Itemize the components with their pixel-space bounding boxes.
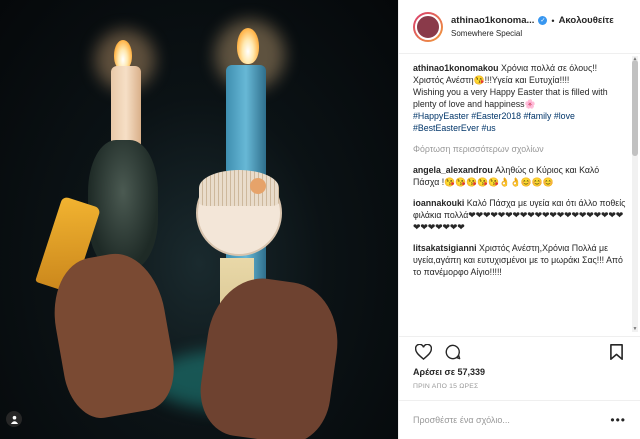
scroll-thumb[interactable]	[632, 60, 638, 156]
header-username[interactable]: athinao1konoma...	[451, 15, 534, 26]
header-separator: •	[551, 15, 555, 26]
comment-input[interactable]	[413, 415, 593, 425]
comments-scrollbar[interactable]: ▲ ▼	[632, 56, 638, 332]
load-more-comments-button[interactable]: Φόρτωση περισσότερων σχολίων	[413, 143, 626, 155]
post-header: athinao1konoma... ✓ • Ακολουθείτε Somewh…	[399, 0, 640, 54]
caption-text-english: Wishing you a very Happy Easter that is …	[413, 87, 608, 109]
bookmark-icon[interactable]	[606, 342, 626, 362]
caption-hashtags[interactable]: #HappyEaster #Easter2018 #family #love #…	[413, 111, 575, 133]
post-timestamp[interactable]: ΠΡΙΝ ΑΠΟ 15 ΩΡΕΣ	[413, 383, 626, 390]
avatar[interactable]	[413, 11, 443, 42]
doll-flower	[250, 178, 266, 194]
post-photo[interactable]	[0, 0, 398, 439]
person-tag-icon[interactable]	[6, 411, 22, 427]
likes-count[interactable]: Αρέσει σε 57,339	[413, 367, 626, 377]
post-side-panel: athinao1konoma... ✓ • Ακολουθείτε Somewh…	[398, 0, 640, 439]
doll-hair	[199, 170, 279, 206]
more-options-icon[interactable]: •••	[610, 413, 626, 427]
following-button[interactable]: Ακολουθείτε	[559, 15, 614, 26]
caption-username[interactable]: athinao1konomakou	[413, 63, 499, 73]
location-link[interactable]: Somewhere Special	[451, 29, 614, 38]
comment-username[interactable]: ioannakouki	[413, 198, 464, 208]
list-item: angela_alexandrou Αληθώς ο Κύριος και Κα…	[413, 164, 626, 188]
post-actions: Αρέσει σε 57,339 ΠΡΙΝ ΑΠΟ 15 ΩΡΕΣ	[399, 336, 640, 390]
left-hand	[44, 246, 182, 424]
add-comment-bar: •••	[399, 400, 640, 439]
verified-badge-icon: ✓	[538, 16, 548, 25]
left-candle-ribbon	[88, 140, 158, 270]
right-candle-flame	[237, 28, 259, 64]
right-hand	[194, 271, 346, 439]
list-item: ioannakouki Καλό Πάσχα με υγεία και ότι …	[413, 197, 626, 233]
comment-icon[interactable]	[443, 342, 463, 362]
caption: athinao1konomakou Χρόνια πολλά σε όλους!…	[413, 62, 626, 134]
heart-icon[interactable]	[413, 342, 433, 362]
comment-username[interactable]: litsakatsigianni	[413, 243, 477, 253]
list-item: litsakatsigianni Χριστός Ανέστη,Χρόνια Π…	[413, 242, 626, 278]
scroll-down-icon[interactable]: ▼	[632, 326, 638, 332]
comments-list: athinao1konomakou Χρόνια πολλά σε όλους!…	[413, 62, 626, 332]
comment-username[interactable]: angela_alexandrou	[413, 165, 493, 175]
